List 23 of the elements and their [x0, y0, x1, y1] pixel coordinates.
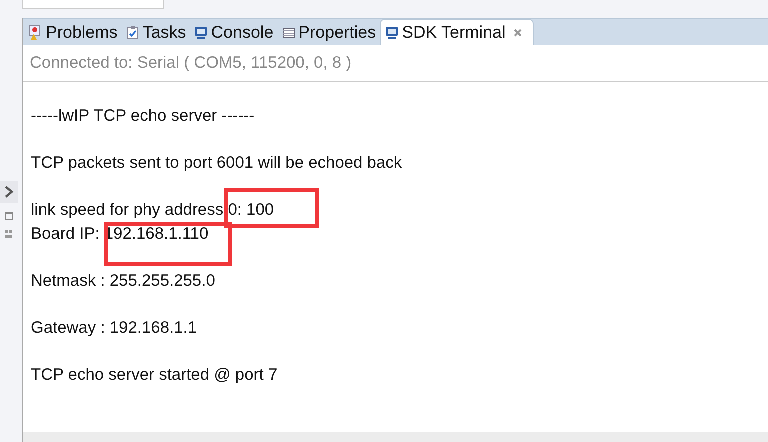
- problems-icon: [29, 24, 43, 40]
- view-tab[interactable]: SDK Terminal: [380, 19, 534, 45]
- terminal-line: -----lwIP TCP echo server ------: [31, 106, 255, 127]
- close-icon[interactable]: [512, 28, 523, 38]
- view-tab[interactable]: Tasks: [122, 20, 190, 45]
- view-tab[interactable]: Problems: [25, 20, 122, 45]
- terminal-line: link speed for phy address 0: 100: [31, 200, 274, 221]
- chevron-right-icon: [4, 186, 14, 198]
- terminal-line: Board IP: 192.168.1.110: [31, 224, 209, 245]
- terminal-line: TCP packets sent to port 6001 will be echoed back: [31, 153, 402, 174]
- monitor-icon: [385, 24, 400, 40]
- terminal-line: Gateway : 192.168.1.1: [31, 318, 198, 339]
- terminal-line: Netmask : 255.255.255.0: [31, 271, 216, 292]
- window-icon[interactable]: [5, 211, 13, 221]
- clipboard-icon: [126, 24, 140, 40]
- grid-icon[interactable]: [5, 229, 13, 239]
- terminal-line: TCP echo server started @ port 7: [31, 365, 278, 386]
- horizontal-scrollbar[interactable]: [23, 432, 768, 442]
- view-tab[interactable]: Console: [190, 20, 278, 45]
- monitor-icon: [194, 24, 208, 40]
- expand-button[interactable]: [0, 181, 18, 203]
- view-tab[interactable]: Properties: [278, 20, 380, 45]
- connection-status: Connected to: Serial ( COM5, 115200, 0, 8 ): [23, 45, 768, 82]
